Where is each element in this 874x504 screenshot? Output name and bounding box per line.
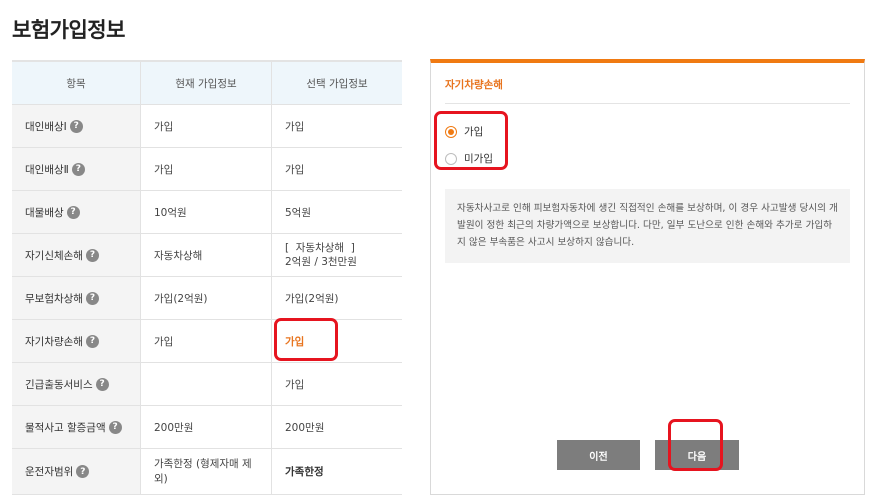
row-label: 긴급출동서비스 (25, 378, 93, 391)
selected-value: 200만원 (271, 406, 402, 448)
current-value: 가족한정 (형제자매 제외) (140, 449, 271, 494)
help-icon[interactable]: ? (76, 465, 90, 478)
selected-value: 가입 (271, 105, 402, 147)
current-value: 자동차상해 (140, 234, 271, 276)
table-row: 자기차량손해? 가입 가입 (12, 320, 402, 363)
row-label: 자기신체손해 (25, 249, 83, 262)
table-row: 대인배상Ⅰ? 가입 가입 (12, 105, 402, 148)
current-value: 가입 (140, 105, 271, 147)
help-icon[interactable]: ? (85, 334, 99, 348)
help-icon[interactable]: ? (69, 119, 83, 133)
header-current: 현재 가입정보 (140, 62, 271, 104)
table-row: 긴급출동서비스? 가입 (12, 363, 402, 406)
option-unsubscribe[interactable]: 미가입 (445, 151, 493, 166)
radio-unchecked-icon[interactable] (445, 152, 457, 165)
row-label: 무보험차상해 (25, 292, 83, 305)
row-label: 대물배상 (25, 206, 64, 219)
radio-checked-icon[interactable] (445, 125, 457, 138)
help-icon[interactable]: ? (71, 162, 85, 176)
coverage-panel: 자기차량손해 가입 미가입 자동차사고로 인해 피보험자동차에 생긴 직접적인 … (430, 59, 865, 495)
header-selected: 선택 가입정보 (271, 62, 402, 104)
divider (445, 103, 850, 104)
option-label: 가입 (464, 126, 484, 138)
page-title: 보험가입정보 (12, 18, 125, 42)
selected-value-type: [ 자동차상해 ] (285, 242, 355, 254)
current-value (140, 363, 271, 405)
help-icon[interactable]: ? (85, 291, 99, 305)
panel-title: 자기차량손해 (445, 79, 503, 91)
option-subscribe[interactable]: 가입 (445, 124, 483, 139)
selected-value: 5억원 (271, 191, 402, 233)
current-value: 10억원 (140, 191, 271, 233)
next-button[interactable]: 다음 (655, 440, 739, 470)
row-label: 대인배상Ⅰ (25, 120, 67, 133)
selected-value-link[interactable]: 가입 (285, 334, 304, 349)
current-value: 200만원 (140, 406, 271, 448)
insurance-info-table: 항목 현재 가입정보 선택 가입정보 대인배상Ⅰ? 가입 가입 대인배상Ⅱ? 가… (12, 60, 402, 495)
selected-value: 가입 (271, 148, 402, 190)
selected-value: 가입 (271, 363, 402, 405)
option-label: 미가입 (464, 153, 493, 165)
selected-value: 가입(2억원) (271, 277, 402, 319)
table-row: 무보험차상해? 가입(2억원) 가입(2억원) (12, 277, 402, 320)
row-label: 운전자범위 (25, 466, 74, 478)
help-icon[interactable]: ? (95, 377, 109, 391)
current-value: 가입(2억원) (140, 277, 271, 319)
selected-value: 가족한정 (271, 449, 402, 494)
table-row: 운전자범위? 가족한정 (형제자매 제외) 가족한정 (12, 449, 402, 495)
row-label: 자기차량손해 (25, 335, 83, 348)
coverage-description: 자동차사고로 인해 피보험자동차에 생긴 직접적인 손해를 보상하며, 이 경우… (445, 189, 850, 263)
help-icon[interactable]: ? (85, 248, 99, 262)
current-value: 가입 (140, 148, 271, 190)
selected-value-amount: 2억원 / 3천만원 (285, 256, 357, 268)
table-row: 대인배상Ⅱ? 가입 가입 (12, 148, 402, 191)
header-item: 항목 (12, 62, 140, 104)
prev-button[interactable]: 이전 (557, 440, 640, 470)
table-row: 물적사고 할증금액? 200만원 200만원 (12, 406, 402, 449)
table-row: 자기신체손해? 자동차상해 [ 자동차상해 ] 2억원 / 3천만원 (12, 234, 402, 277)
help-icon[interactable]: ? (66, 205, 80, 219)
help-icon[interactable]: ? (108, 420, 122, 434)
table-header-row: 항목 현재 가입정보 선택 가입정보 (12, 62, 402, 105)
row-label: 대인배상Ⅱ (25, 163, 69, 176)
row-label: 물적사고 할증금액 (25, 421, 106, 434)
current-value: 가입 (140, 320, 271, 362)
table-row: 대물배상? 10억원 5억원 (12, 191, 402, 234)
